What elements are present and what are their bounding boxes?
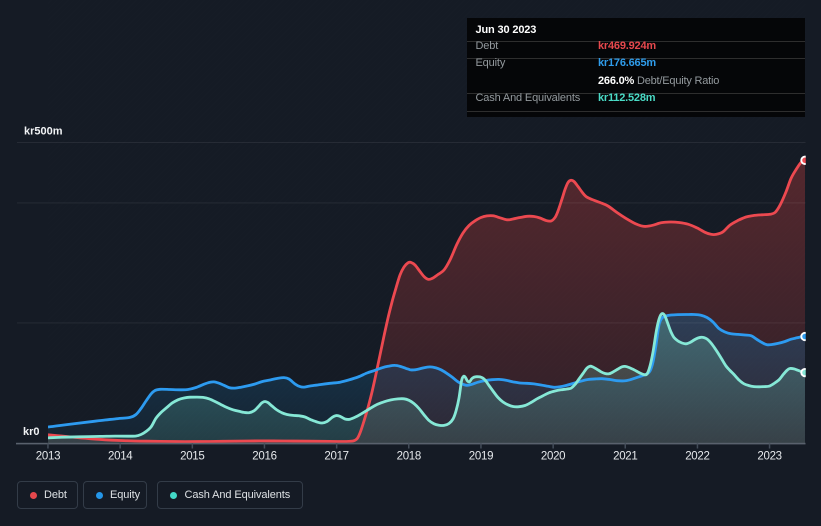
svg-text:2017: 2017	[324, 451, 348, 463]
svg-text:2020: 2020	[541, 451, 565, 463]
svg-text:2018: 2018	[397, 451, 421, 463]
svg-text:kr500m: kr500m	[24, 126, 63, 138]
svg-text:2016: 2016	[252, 451, 276, 463]
svg-text:2021: 2021	[613, 451, 637, 463]
svg-text:2015: 2015	[180, 451, 204, 463]
svg-text:2022: 2022	[685, 451, 709, 463]
svg-text:kr0: kr0	[23, 426, 40, 438]
svg-text:2023: 2023	[757, 451, 781, 463]
svg-text:2013: 2013	[36, 451, 60, 463]
svg-text:2019: 2019	[469, 451, 493, 463]
svg-text:2014: 2014	[108, 451, 133, 463]
